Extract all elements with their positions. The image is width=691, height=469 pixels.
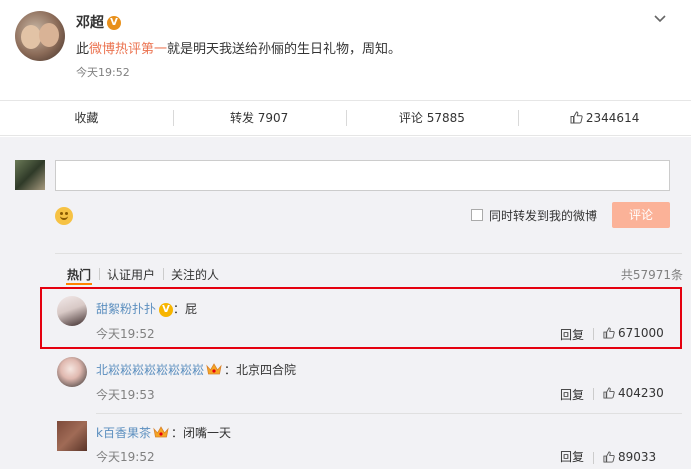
comment-timestamp: 今天19:52 bbox=[96, 450, 155, 464]
crown-badge-icon bbox=[153, 426, 169, 438]
divider bbox=[55, 253, 682, 254]
post-action-bar: 收藏 转发 7907 评论 57885 2344614 bbox=[0, 100, 691, 136]
comment-like-count: 404230 bbox=[618, 386, 664, 400]
comment-divider bbox=[96, 413, 682, 414]
crown-badge-icon bbox=[206, 363, 222, 375]
reply-button[interactable]: 回复 bbox=[560, 386, 584, 403]
tab-following[interactable]: 关注的人 bbox=[163, 266, 227, 283]
submit-comment-button[interactable]: 评论 bbox=[612, 202, 670, 228]
like-count: 2344614 bbox=[585, 111, 640, 125]
comment-total-count: 共57971条 bbox=[620, 268, 683, 282]
commenter-avatar[interactable] bbox=[57, 421, 87, 451]
comment-timestamp: 今天19:53 bbox=[96, 388, 155, 402]
author-name[interactable]: 邓超 V bbox=[76, 12, 121, 32]
comment-text: ：闭嘴一天 bbox=[170, 426, 231, 440]
comment-like-button[interactable]: 89033 bbox=[592, 450, 657, 464]
tab-hot[interactable]: 热门 bbox=[65, 266, 99, 285]
commenter-name: k百香果茶 ：闭嘴一天 bbox=[96, 424, 231, 441]
commenter-name-link[interactable]: k百香果茶 bbox=[96, 426, 151, 440]
author-avatar[interactable] bbox=[15, 11, 65, 61]
comment-button[interactable]: 评论 57885 bbox=[345, 101, 519, 135]
post-text-after: 就是明天我送给孙俪的生日礼物，周知。 bbox=[167, 42, 402, 57]
highlight-box bbox=[40, 287, 682, 349]
thumbs-up-icon bbox=[570, 111, 583, 124]
emoji-icon[interactable] bbox=[55, 207, 73, 225]
thumbs-up-icon bbox=[603, 387, 615, 399]
commenter-avatar[interactable] bbox=[57, 357, 87, 387]
favorite-button[interactable]: 收藏 bbox=[0, 101, 173, 135]
comment-like-count: 89033 bbox=[618, 450, 657, 464]
commenter-name: 北崧崧崧崧崧崧崧崧 ：北京四合院 bbox=[96, 361, 296, 378]
comment-text: ：北京四合院 bbox=[224, 363, 297, 377]
weibo-post-card: 邓超 V 此微博热评第一就是明天我送给孙俪的生日礼物，周知。 今天19:52 收藏… bbox=[0, 0, 691, 469]
repost-checkbox-label[interactable]: 同时转发到我的微博 bbox=[489, 207, 597, 224]
author-name-text[interactable]: 邓超 bbox=[76, 15, 104, 31]
verified-v-icon: V bbox=[107, 16, 121, 30]
comment-like-button[interactable]: 404230 bbox=[593, 386, 664, 400]
current-user-avatar[interactable] bbox=[15, 160, 45, 190]
reply-button[interactable]: 回复 bbox=[560, 448, 584, 465]
tab-verified-users[interactable]: 认证用户 bbox=[99, 266, 163, 283]
thumbs-up-icon bbox=[603, 451, 615, 463]
chevron-down-icon[interactable] bbox=[653, 12, 667, 26]
comment-filter-tabs: 热门 认证用户 关注的人 bbox=[65, 266, 227, 285]
post-content: 此微博热评第一就是明天我送给孙俪的生日礼物，周知。 bbox=[76, 38, 401, 57]
post-highlight-text: 微博热评第一 bbox=[89, 42, 168, 57]
repost-checkbox[interactable] bbox=[471, 209, 483, 221]
comment-input[interactable] bbox=[55, 160, 670, 191]
like-button[interactable]: 2344614 bbox=[518, 101, 691, 135]
post-text-before: 此 bbox=[76, 42, 90, 57]
repost-button[interactable]: 转发 7907 bbox=[172, 101, 346, 135]
commenter-name-link[interactable]: 北崧崧崧崧崧崧崧崧 bbox=[96, 363, 204, 377]
post-timestamp[interactable]: 今天19:52 bbox=[76, 64, 130, 80]
